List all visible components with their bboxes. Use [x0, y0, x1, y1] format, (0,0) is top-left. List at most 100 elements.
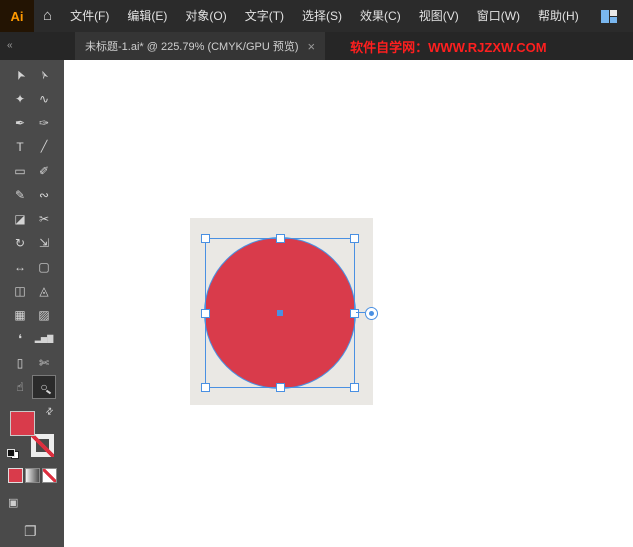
document-tab-title: 未标题-1.ai* @ 225.79% (CMYK/GPU 预览)	[85, 38, 299, 54]
selection-tool[interactable]: ➤	[8, 63, 32, 87]
shape-builder-tool-icon: ◫	[14, 285, 25, 297]
selection-tool-icon: ➤	[12, 68, 27, 82]
tab-close-icon[interactable]: ×	[308, 39, 316, 54]
menu-bar: Ai ⌂ 文件(F)编辑(E)对象(O)文字(T)选择(S)效果(C)视图(V)…	[0, 0, 633, 32]
apply-color-buttons	[0, 469, 64, 482]
magic-wand-tool[interactable]: ✦	[8, 87, 32, 111]
screen-mode-icon[interactable]: ❐	[24, 523, 64, 540]
eraser-tool-icon: ◪	[14, 213, 25, 225]
gradient-tool-icon: ▨	[38, 309, 49, 321]
zoom-tool[interactable]: ○	[32, 375, 56, 399]
eyedropper-tool[interactable]: ❛	[8, 327, 32, 351]
document-canvas[interactable]	[64, 60, 633, 547]
menu-item-0[interactable]: 文件(F)	[61, 0, 118, 32]
tools-panel: ➤ ➢ ✦ ∿ ✒ ✑ T ╱ ▭ ✐ ✎ ∾ ◪ ✂ ↻ ⇲ ↔ ▢ ◫ ◬ ▦ ▨ ❛ ▂▅▇ ▯ ✄ ☝ ○ ⇄ ▣ ❐	[0, 60, 64, 547]
menu-item-5[interactable]: 效果(C)	[351, 0, 410, 32]
selection-handle-left[interactable]	[201, 309, 210, 318]
rectangle-tool[interactable]: ▭	[8, 159, 32, 183]
workspace-switcher-icon[interactable]	[601, 10, 617, 23]
pen-tool[interactable]: ✒	[8, 111, 32, 135]
curvature-tool-icon: ✑	[39, 117, 49, 129]
paintbrush-tool[interactable]: ✐	[32, 159, 56, 183]
scale-tool[interactable]: ⇲	[32, 231, 56, 255]
menu-item-7[interactable]: 窗口(W)	[468, 0, 529, 32]
default-fill-stroke-icon[interactable]	[7, 449, 19, 459]
type-tool[interactable]: T	[8, 135, 32, 159]
menu-item-3[interactable]: 文字(T)	[236, 0, 293, 32]
slice-tool-icon: ✄	[39, 357, 49, 369]
stroke-color-swatch[interactable]	[31, 434, 54, 457]
selection-center-point[interactable]	[277, 310, 283, 316]
app-logo-text: Ai	[11, 9, 24, 24]
toolbar-collapse-button[interactable]: «	[0, 32, 64, 60]
selection-handle-top[interactable]	[276, 234, 285, 243]
fill-stroke-swatches: ⇄	[10, 409, 54, 457]
shaper-tool[interactable]: ∾	[32, 183, 56, 207]
selection-handle-right[interactable]	[350, 309, 359, 318]
document-tab[interactable]: 未标题-1.ai* @ 225.79% (CMYK/GPU 预览) ×	[75, 32, 325, 60]
pencil-tool-icon: ✎	[15, 189, 25, 201]
fill-color-swatch[interactable]	[10, 411, 35, 436]
scale-tool-icon: ⇲	[39, 237, 49, 249]
direct-selection-tool-icon: ➢	[36, 68, 51, 82]
width-tool-icon: ↔	[14, 261, 26, 273]
app-logo: Ai	[0, 0, 34, 32]
menu-item-6[interactable]: 视图(V)	[410, 0, 468, 32]
curvature-tool[interactable]: ✑	[32, 111, 56, 135]
column-graph-tool-icon: ▂▅▇	[35, 335, 53, 343]
type-tool-icon: T	[16, 141, 23, 153]
gradient-tool[interactable]: ▨	[32, 303, 56, 327]
tool-grid: ➤ ➢ ✦ ∿ ✒ ✑ T ╱ ▭ ✐ ✎ ∾ ◪ ✂ ↻ ⇲ ↔ ▢ ◫ ◬ ▦ ▨ ❛ ▂▅▇ ▯ ✄ ☝ ○	[0, 60, 64, 399]
pencil-tool[interactable]: ✎	[8, 183, 32, 207]
selection-handle-bottom-right[interactable]	[350, 383, 359, 392]
menu-item-8[interactable]: 帮助(H)	[529, 0, 588, 32]
selection-handle-top-right[interactable]	[350, 234, 359, 243]
lasso-tool-icon: ∿	[39, 93, 49, 105]
watermark-text: 软件自学网：WWW.RJZXW.COM	[350, 37, 546, 56]
perspective-grid-tool-icon: ◬	[39, 285, 48, 297]
apply-color-button[interactable]	[9, 469, 22, 482]
hand-tool-icon: ☝	[16, 381, 23, 393]
swap-fill-stroke-icon[interactable]: ⇄	[44, 405, 57, 418]
apply-none-button[interactable]	[43, 469, 56, 482]
mesh-tool-icon: ▦	[14, 309, 25, 321]
pie-angle-widget[interactable]	[365, 307, 378, 320]
paintbrush-tool-icon: ✐	[39, 165, 49, 177]
slice-tool[interactable]: ✄	[32, 351, 56, 375]
menu-item-2[interactable]: 对象(O)	[176, 0, 235, 32]
column-graph-tool[interactable]: ▂▅▇	[32, 327, 56, 351]
width-tool[interactable]: ↔	[8, 255, 32, 279]
drawing-mode-icon[interactable]: ▣	[8, 496, 64, 509]
perspective-grid-tool[interactable]: ◬	[32, 279, 56, 303]
menu-item-4[interactable]: 选择(S)	[293, 0, 351, 32]
pen-tool-icon: ✒	[15, 117, 25, 129]
rotate-tool-icon: ↻	[15, 237, 25, 249]
mesh-tool[interactable]: ▦	[8, 303, 32, 327]
menu-item-1[interactable]: 编辑(E)	[118, 0, 176, 32]
free-transform-tool[interactable]: ▢	[32, 255, 56, 279]
shaper-tool-icon: ∾	[39, 189, 49, 201]
selection-handle-bottom[interactable]	[276, 383, 285, 392]
menu-items: 文件(F)编辑(E)对象(O)文字(T)选择(S)效果(C)视图(V)窗口(W)…	[61, 0, 588, 32]
eyedropper-tool-icon: ❛	[18, 333, 22, 345]
direct-selection-tool[interactable]: ➢	[32, 63, 56, 87]
artboard-tool[interactable]: ▯	[8, 351, 32, 375]
artboard-tool-icon: ▯	[17, 357, 24, 369]
stroke-none-slash	[31, 434, 54, 457]
line-segment-tool[interactable]: ╱	[32, 135, 56, 159]
line-segment-tool-icon: ╱	[41, 142, 48, 153]
home-icon[interactable]: ⌂	[34, 0, 61, 32]
selection-handle-top-left[interactable]	[201, 234, 210, 243]
zoom-tool-icon: ○	[40, 381, 47, 393]
lasso-tool[interactable]: ∿	[32, 87, 56, 111]
eraser-tool[interactable]: ◪	[8, 207, 32, 231]
scissors-tool[interactable]: ✂	[32, 207, 56, 231]
scissors-tool-icon: ✂	[39, 213, 49, 225]
selection-handle-bottom-left[interactable]	[201, 383, 210, 392]
apply-gradient-button[interactable]	[26, 469, 39, 482]
rotate-tool[interactable]: ↻	[8, 231, 32, 255]
illustrator-window: Ai ⌂ 文件(F)编辑(E)对象(O)文字(T)选择(S)效果(C)视图(V)…	[0, 0, 633, 547]
hand-tool[interactable]: ☝	[8, 375, 32, 399]
rectangle-tool-icon: ▭	[14, 165, 25, 177]
shape-builder-tool[interactable]: ◫	[8, 279, 32, 303]
